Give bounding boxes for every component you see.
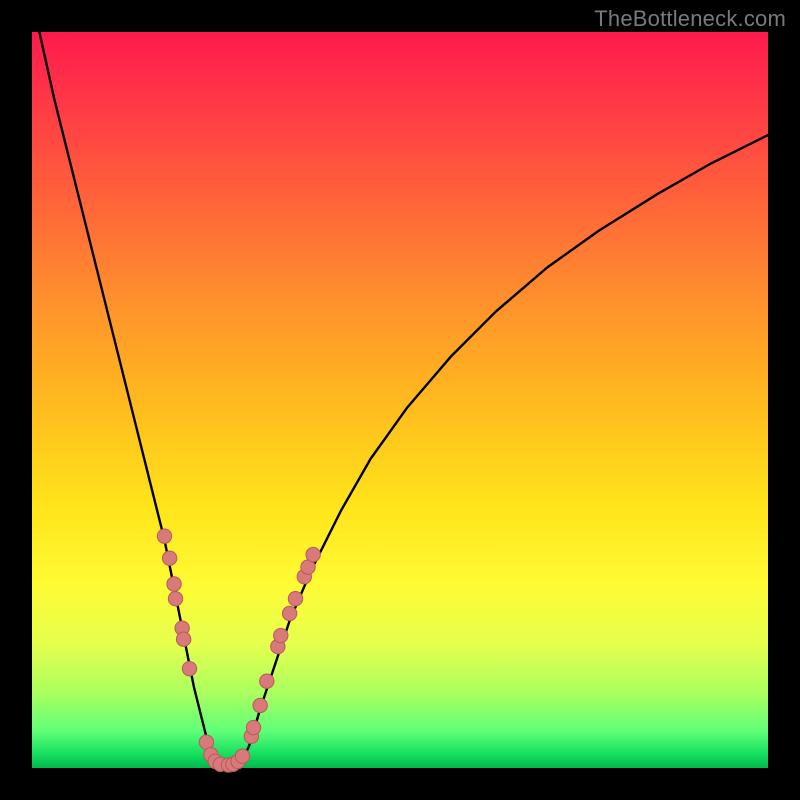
marker-dot xyxy=(288,592,302,606)
marker-dot xyxy=(157,529,171,543)
marker-dot xyxy=(168,592,182,606)
highlighted-points xyxy=(157,529,320,772)
bottleneck-curve xyxy=(39,32,768,768)
marker-dot xyxy=(253,698,267,712)
chart-svg xyxy=(32,32,768,768)
marker-dot xyxy=(246,720,260,734)
watermark-text: TheBottleneck.com xyxy=(594,6,786,32)
marker-dot xyxy=(235,749,249,763)
marker-dot xyxy=(306,547,320,561)
chart-frame: TheBottleneck.com xyxy=(0,0,800,800)
marker-dot xyxy=(176,632,190,646)
marker-dot xyxy=(162,551,176,565)
marker-dot xyxy=(274,628,288,642)
marker-dot xyxy=(260,674,274,688)
marker-dot xyxy=(182,661,196,675)
plot-area xyxy=(32,32,768,768)
marker-dot xyxy=(282,606,296,620)
marker-dot xyxy=(167,577,181,591)
